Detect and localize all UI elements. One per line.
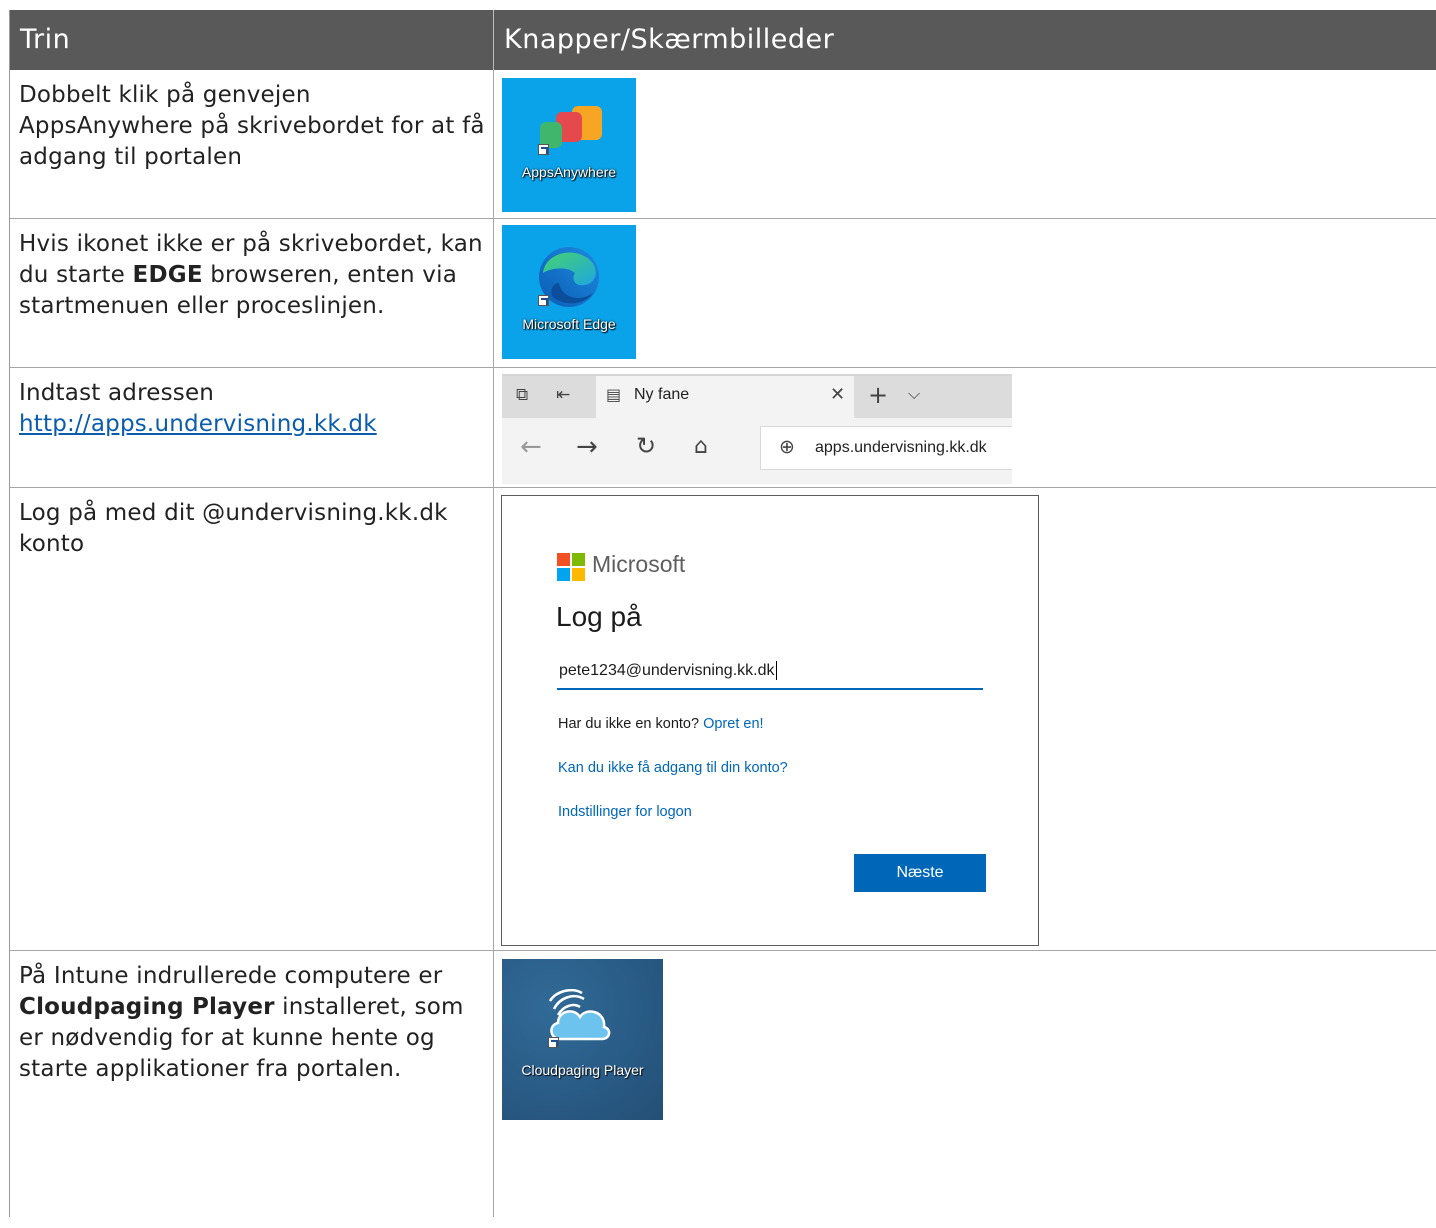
email-value: pete1234@undervisning.kk.dk xyxy=(559,662,775,679)
table-row: Indtast adressen http://apps.undervisnin… xyxy=(10,368,1436,488)
set-aside-tabs-icon[interactable]: ⇤ xyxy=(556,385,570,405)
home-icon[interactable]: ⌂ xyxy=(694,434,708,459)
shortcut-arrow-icon xyxy=(538,144,549,155)
cloudpaging-desktop-icon[interactable]: Cloudpaging Player xyxy=(502,959,663,1120)
tab-actions-icon[interactable]: ⧉ xyxy=(516,385,528,405)
address-text: apps.undervisning.kk.dk xyxy=(815,439,987,456)
tab-new[interactable]: ▤ Ny fane ✕ xyxy=(596,376,854,418)
email-field[interactable]: pete1234@undervisning.kk.dk xyxy=(557,656,983,690)
tab-favicon-icon: ▤ xyxy=(606,385,622,404)
close-tab-icon[interactable]: ✕ xyxy=(830,384,845,405)
no-access-link[interactable]: Kan du ikke få adgang til din konto? xyxy=(558,760,788,776)
shortcut-arrow-icon xyxy=(548,1037,559,1048)
step-text-line: Indtast adressen xyxy=(19,380,215,406)
table-row: Hvis ikonet ikke er på skrivebordet, kan… xyxy=(10,219,1436,368)
instruction-table: Trin Knapper/Skærmbilleder Dobbelt klik … xyxy=(9,10,1436,1217)
icon-label: Microsoft Edge xyxy=(522,316,616,332)
no-account-label: Har du ikke en konto? xyxy=(558,716,700,732)
back-icon[interactable]: ← xyxy=(520,432,542,462)
screenshot-cell: Cloudpaging Player xyxy=(494,951,1436,1217)
new-tab-icon[interactable]: + xyxy=(868,381,888,409)
step-text: Hvis ikonet ikke er på skrivebordet, kan… xyxy=(10,219,494,367)
header-step: Trin xyxy=(10,10,494,70)
microsoft-logo-icon xyxy=(557,553,585,581)
table-row: Log på med dit @undervisning.kk.dk konto… xyxy=(10,488,1436,951)
tab-title: Ny fane xyxy=(634,386,690,403)
browser-screenshot: ⧉ ⇤ ▤ Ny fane ✕ + ⌵ ← → ↻ ⌂ ⊕ apps.under… xyxy=(502,374,1012,484)
screenshot-cell: AppsAnywhere xyxy=(494,70,1436,218)
icon-label: AppsAnywhere xyxy=(521,164,617,180)
globe-icon: ⊕ xyxy=(779,436,795,458)
table-row: Dobbelt klik på genvejen AppsAnywhere på… xyxy=(10,70,1436,219)
table-header: Trin Knapper/Skærmbilleder xyxy=(10,10,1436,70)
tab-bar: ⧉ ⇤ ▤ Ny fane ✕ + ⌵ xyxy=(502,376,1012,418)
cloudpaging-bold: Cloudpaging Player xyxy=(19,994,275,1020)
screenshot-cell: Microsoft Edge xyxy=(494,219,1436,367)
chevron-down-icon[interactable]: ⌵ xyxy=(908,384,920,404)
create-account-link[interactable]: Opret en! xyxy=(703,716,763,732)
step-text: Log på med dit @undervisning.kk.dk konto xyxy=(10,488,494,950)
header-screenshots: Knapper/Skærmbilleder xyxy=(504,24,835,55)
screenshot-cell: Microsoft Log på pete1234@undervisning.k… xyxy=(494,488,1436,950)
step-text: På Intune indrullerede computere er Clou… xyxy=(10,951,494,1217)
brand-name: Microsoft xyxy=(592,551,686,577)
login-title: Log på xyxy=(556,601,642,632)
microsoft-login-screenshot: Microsoft Log på pete1234@undervisning.k… xyxy=(501,495,1039,946)
edge-bold: EDGE xyxy=(132,262,203,288)
step-text: Indtast adressen http://apps.undervisnin… xyxy=(10,368,494,487)
address-bar[interactable]: ⊕ apps.undervisning.kk.dk xyxy=(760,426,1012,470)
icon-label: Cloudpaging Player xyxy=(521,1062,644,1078)
appsanywhere-desktop-icon[interactable]: AppsAnywhere xyxy=(502,78,636,212)
sign-in-options-link[interactable]: Indstillinger for logon xyxy=(558,804,692,820)
portal-link[interactable]: http://apps.undervisning.kk.dk xyxy=(19,411,377,437)
refresh-icon[interactable]: ↻ xyxy=(636,432,656,460)
next-button[interactable]: Næste xyxy=(854,854,986,892)
shortcut-arrow-icon xyxy=(538,295,549,306)
edge-desktop-icon[interactable]: Microsoft Edge xyxy=(502,225,636,359)
step-text: Dobbelt klik på genvejen AppsAnywhere på… xyxy=(10,70,494,218)
no-account-text: Har du ikke en konto? Opret en! xyxy=(558,716,764,732)
screenshot-cell: ⧉ ⇤ ▤ Ny fane ✕ + ⌵ ← → ↻ ⌂ ⊕ apps.under… xyxy=(494,368,1436,487)
table-row: På Intune indrullerede computere er Clou… xyxy=(10,951,1436,1217)
text-part: På Intune indrullerede computere er xyxy=(19,963,443,989)
forward-icon[interactable]: → xyxy=(576,432,598,462)
